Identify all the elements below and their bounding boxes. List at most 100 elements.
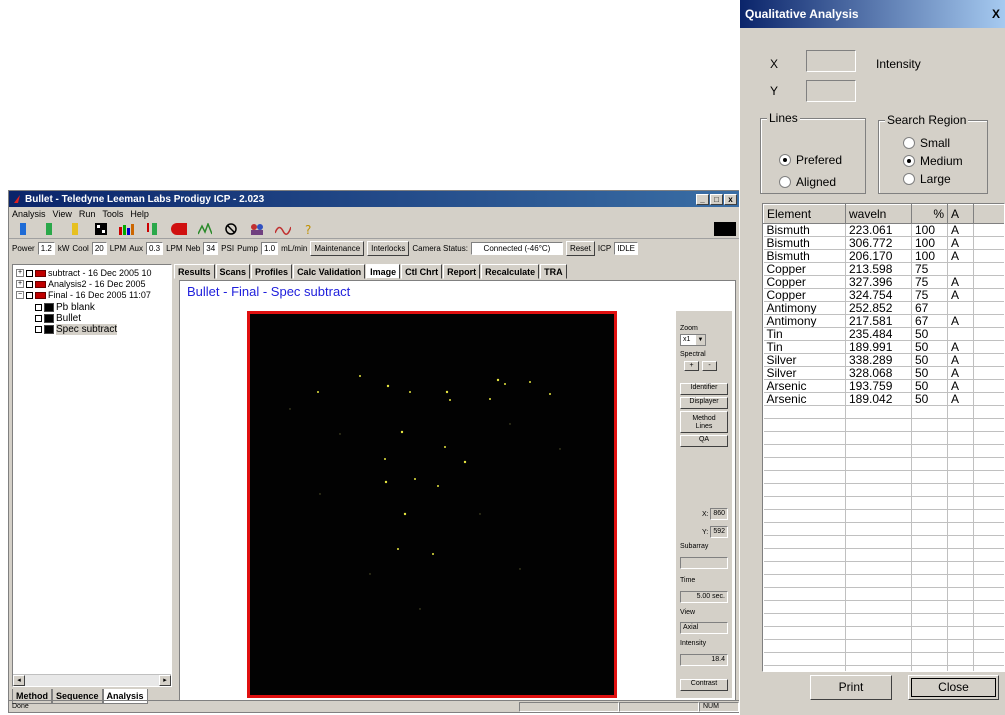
help-icon[interactable]: ? (301, 222, 317, 236)
region-large-radio[interactable]: Large (903, 172, 951, 186)
menu-analysis[interactable]: Analysis (12, 209, 46, 219)
tab-image[interactable]: Image (366, 264, 401, 279)
radio-selected-icon[interactable] (903, 155, 915, 167)
wavelength-cell: 327.396 (845, 275, 912, 289)
tab-recalculate[interactable]: Recalculate (481, 264, 540, 279)
table-row[interactable]: Bismuth 223.061 100 A (763, 223, 1004, 237)
expand-icon[interactable]: + (16, 280, 24, 288)
green-tube-icon[interactable] (41, 222, 57, 236)
table-row[interactable]: Silver 328.068 50 A (763, 366, 1004, 380)
expand-icon[interactable]: + (16, 269, 24, 277)
spectrum-icon[interactable] (197, 222, 213, 236)
scroll-right-icon[interactable]: ▸ (159, 675, 171, 686)
tab-tra[interactable]: TRA (540, 264, 567, 279)
lines-aligned-radio[interactable]: Aligned (779, 175, 836, 189)
tree-node-bullet[interactable]: Bullet (35, 313, 81, 324)
spectral-minus-button[interactable]: - (702, 361, 717, 371)
tab-ctl-chrt[interactable]: Ctl Chrt (401, 264, 443, 279)
table-row[interactable]: Bismuth 306.772 100 A (763, 236, 1004, 250)
menu-help[interactable]: Help (130, 209, 149, 219)
checkbox[interactable] (35, 326, 42, 333)
close-button[interactable]: x (724, 193, 737, 205)
maintenance-button[interactable]: Maintenance (310, 240, 365, 256)
element-lines-table[interactable]: Element waveln % A Bismuth 223.061 100 A Bis… (762, 203, 1005, 672)
menu-view[interactable]: View (53, 209, 72, 219)
spectral-plus-button[interactable]: + (684, 361, 699, 371)
chevron-down-icon[interactable]: ▼ (696, 335, 705, 345)
tree-node-analysis2[interactable]: + Analysis2 - 16 Dec 2005 (16, 279, 146, 289)
radio-selected-icon[interactable] (779, 154, 791, 166)
tab-calc-validation[interactable]: Calc Validation (293, 264, 366, 279)
lines-preferred-radio[interactable]: Prefered (779, 153, 842, 167)
method-lines-button[interactable]: Method Lines (680, 411, 728, 433)
spectral-image[interactable] (247, 311, 617, 698)
yellow-tube-icon[interactable] (67, 222, 83, 236)
interlocks-button[interactable]: Interlocks (367, 240, 410, 256)
table-row[interactable]: Antimony 217.581 67 A (763, 314, 1004, 328)
reset-button[interactable]: Reset (565, 240, 595, 256)
table-row[interactable]: Arsenic 189.042 50 A (763, 392, 1004, 406)
menu-tools[interactable]: Tools (102, 209, 123, 219)
icp-status-value: IDLE (614, 241, 638, 255)
checkbox[interactable] (26, 269, 33, 277)
close-dialog-button[interactable]: Close (908, 675, 999, 700)
tree-scrollbar[interactable]: ◂ ▸ (13, 674, 171, 686)
tab-report[interactable]: Report (443, 264, 481, 279)
collapse-icon[interactable]: − (16, 291, 24, 299)
menu-run[interactable]: Run (79, 209, 96, 219)
table-row[interactable]: Copper 324.754 75 A (763, 288, 1004, 302)
empty-cell (973, 561, 1004, 575)
blue-tube-icon[interactable] (15, 222, 31, 236)
table-row[interactable]: Copper 327.396 75 A (763, 275, 1004, 289)
tree-node-subtract[interactable]: + subtract - 16 Dec 2005 10 (16, 268, 152, 278)
col-a[interactable]: A (947, 204, 974, 224)
table-row[interactable]: Silver 338.289 50 A (763, 353, 1004, 367)
table-row[interactable]: Tin 235.484 50 (763, 327, 1004, 341)
exclaim-tube-icon[interactable] (145, 222, 161, 236)
identifier-button[interactable]: Identifier (680, 383, 728, 395)
tab-scans[interactable]: Scans (215, 264, 251, 279)
col-waveln[interactable]: waveln (845, 204, 912, 224)
bar-chart-icon[interactable] (119, 222, 135, 236)
wavelength-cell: 252.852 (845, 301, 912, 315)
radio-icon[interactable] (903, 137, 915, 149)
region-small-radio[interactable]: Small (903, 136, 950, 150)
minimize-button[interactable]: _ (696, 193, 709, 205)
table-row[interactable]: Tin 189.991 50 A (763, 340, 1004, 354)
checkbox[interactable] (26, 280, 33, 288)
table-row[interactable]: Antimony 252.852 67 (763, 301, 1004, 315)
empty-cell (845, 639, 912, 653)
checkbox[interactable] (35, 315, 42, 322)
qa-close-icon[interactable]: X (989, 7, 1003, 21)
empty-cell (973, 613, 1004, 627)
zoom-select[interactable]: x1 ▼ (680, 334, 706, 346)
signature-icon[interactable] (275, 222, 291, 236)
stop-icon[interactable] (171, 222, 187, 236)
region-medium-radio[interactable]: Medium (903, 154, 963, 168)
checkbox[interactable] (35, 304, 42, 311)
maximize-button[interactable]: □ (710, 193, 723, 205)
qa-y-label: Y (770, 84, 779, 98)
displayer-button[interactable]: Displayer (680, 397, 728, 409)
contrast-button[interactable]: Contrast (680, 679, 728, 691)
tree-node-final[interactable]: − Final - 16 Dec 2005 11:07 (16, 290, 151, 300)
qa-button[interactable]: QA (680, 435, 728, 447)
col-percent[interactable]: % (911, 204, 948, 224)
tab-results[interactable]: Results (174, 264, 215, 279)
table-row[interactable]: Arsenic 193.759 50 A (763, 379, 1004, 393)
no-entry-icon[interactable] (223, 222, 239, 236)
radio-icon[interactable] (779, 176, 791, 188)
radio-icon[interactable] (903, 173, 915, 185)
tree-node-pb-blank[interactable]: Pb blank (35, 302, 95, 313)
a-cell (947, 301, 974, 315)
print-button[interactable]: Print (810, 675, 892, 700)
users-icon[interactable] (249, 222, 265, 236)
grid-icon[interactable] (93, 222, 109, 236)
col-element[interactable]: Element (763, 204, 846, 224)
scroll-left-icon[interactable]: ◂ (13, 675, 25, 686)
tree-node-spec-subtract[interactable]: Spec subtract (35, 324, 118, 335)
tab-profiles[interactable]: Profiles (251, 264, 293, 279)
checkbox[interactable] (26, 291, 33, 299)
table-row[interactable]: Copper 213.598 75 (763, 262, 1004, 276)
table-row[interactable]: Bismuth 206.170 100 A (763, 249, 1004, 263)
